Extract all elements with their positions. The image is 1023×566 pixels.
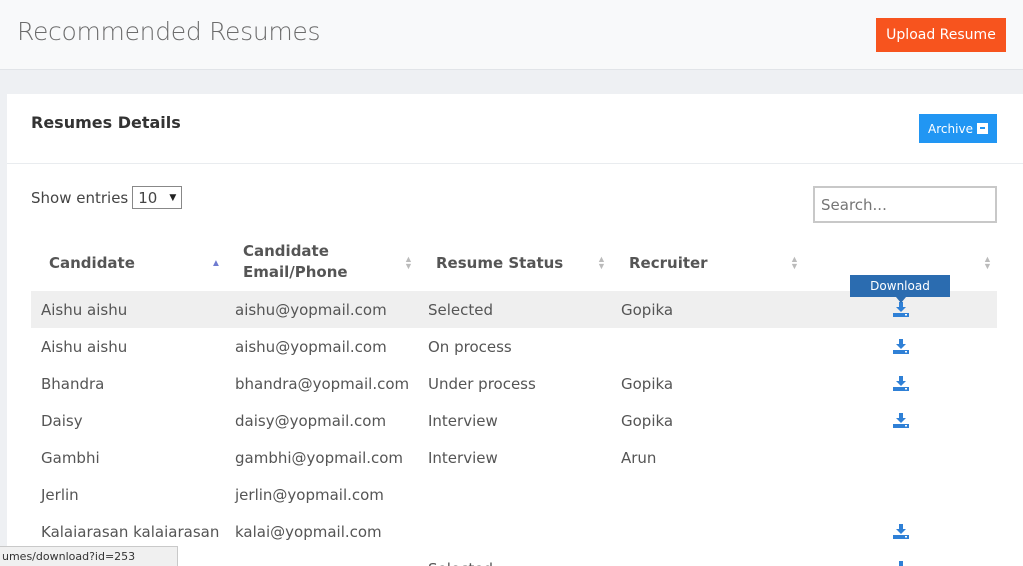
- sort-asc-icon[interactable]: ▲: [211, 258, 221, 269]
- upload-resume-button[interactable]: Upload Resume: [876, 18, 1006, 52]
- show-entries: Show entries 10 ▼: [31, 186, 183, 209]
- sort-both-icon[interactable]: ▲ ▼: [404, 255, 413, 271]
- th-email[interactable]: Candidate Email/Phone: [243, 234, 393, 292]
- sort-both-icon[interactable]: ▲ ▼: [597, 255, 606, 271]
- chevron-down-icon: ▼: [169, 192, 177, 203]
- cell-status: Interview: [428, 448, 498, 467]
- th-status[interactable]: Resume Status: [436, 234, 586, 292]
- table-row: Gambhi gambhi@yopmail.com Interview Arun: [31, 439, 997, 476]
- top-bar: Recommended Resumes Upload Resume: [0, 0, 1023, 70]
- table-row: Daisy daisy@yopmail.com Interview Gopika: [31, 402, 997, 439]
- table-row: Bhandra bhandra@yopmail.com Under process G…: [31, 365, 997, 402]
- download-icon[interactable]: [893, 339, 909, 354]
- panel-title: Resumes Details: [31, 113, 181, 132]
- cell-recruiter: Arun: [621, 448, 657, 467]
- cell-candidate: Kalaiarasan kalaiarasan: [41, 522, 220, 541]
- cell-email: kalai@yopmail.com: [235, 522, 382, 541]
- cell-recruiter: Gopika: [621, 300, 674, 319]
- archive-icon: [976, 123, 988, 134]
- show-entries-label: Show entries: [31, 188, 129, 207]
- resumes-panel: Resumes Details Archive Show entries 10 …: [7, 94, 1023, 566]
- entries-value: 10: [138, 188, 158, 207]
- cell-status: Interview: [428, 411, 498, 430]
- download-tooltip: Download: [850, 275, 950, 303]
- download-icon[interactable]: [893, 524, 909, 539]
- th-email-line1: Candidate: [243, 242, 329, 260]
- page-title: Recommended Resumes: [17, 17, 321, 46]
- table-row: Kalaiarasan kalaiarasan kalai@yopmail.com: [31, 513, 997, 550]
- th-candidate[interactable]: Candidate: [49, 234, 219, 292]
- cell-email: daisy@yopmail.com: [235, 411, 387, 430]
- cell-candidate: Jerlin: [41, 485, 79, 504]
- cell-status: Selected: [428, 550, 493, 566]
- status-url: umes/download?id=253: [0, 546, 178, 566]
- th-recruiter-label: Recruiter: [629, 253, 708, 272]
- download-icon[interactable]: [893, 302, 909, 317]
- cell-candidate: Bhandra: [41, 374, 105, 393]
- cell-candidate: Daisy: [41, 411, 83, 430]
- cell-email: bhandra@yopmail.com: [235, 374, 410, 393]
- th-status-label: Resume Status: [436, 253, 564, 272]
- archive-button[interactable]: Archive: [919, 114, 997, 143]
- download-icon[interactable]: [893, 561, 909, 566]
- cell-email: aishu@yopmail.com: [235, 300, 387, 319]
- sort-both-icon[interactable]: ▲ ▼: [790, 255, 799, 271]
- cell-recruiter: Gopika: [621, 374, 674, 393]
- sort-both-icon[interactable]: ▲ ▼: [983, 255, 992, 271]
- cell-email: jerlin@yopmail.com: [235, 485, 384, 504]
- entries-select[interactable]: 10 ▼: [132, 186, 183, 209]
- th-recruiter[interactable]: Recruiter: [629, 234, 779, 292]
- cell-status: Selected: [428, 300, 494, 319]
- search-input[interactable]: [813, 186, 997, 223]
- cell-candidate: Gambhi: [41, 448, 100, 467]
- cell-status: Under process: [428, 374, 536, 393]
- download-icon[interactable]: [893, 413, 909, 428]
- panel-header: Resumes Details Archive: [7, 94, 1023, 164]
- cell-recruiter: Gopika: [621, 411, 674, 430]
- table-row: Jerlin jerlin@yopmail.com: [31, 476, 997, 513]
- cell-candidate: Aishu aishu: [41, 337, 128, 356]
- th-email-line2: Email/Phone: [243, 263, 348, 281]
- th-candidate-label: Candidate: [49, 253, 135, 272]
- cell-status: On process: [428, 337, 512, 356]
- cell-candidate: Aishu aishu: [41, 300, 128, 319]
- cell-email: gambhi@yopmail.com: [235, 448, 404, 467]
- cell-email: aishu@yopmail.com: [235, 337, 387, 356]
- archive-button-label: Archive: [928, 121, 973, 136]
- table-row: Aishu aishu aishu@yopmail.com On process: [31, 328, 997, 365]
- download-icon[interactable]: [893, 376, 909, 391]
